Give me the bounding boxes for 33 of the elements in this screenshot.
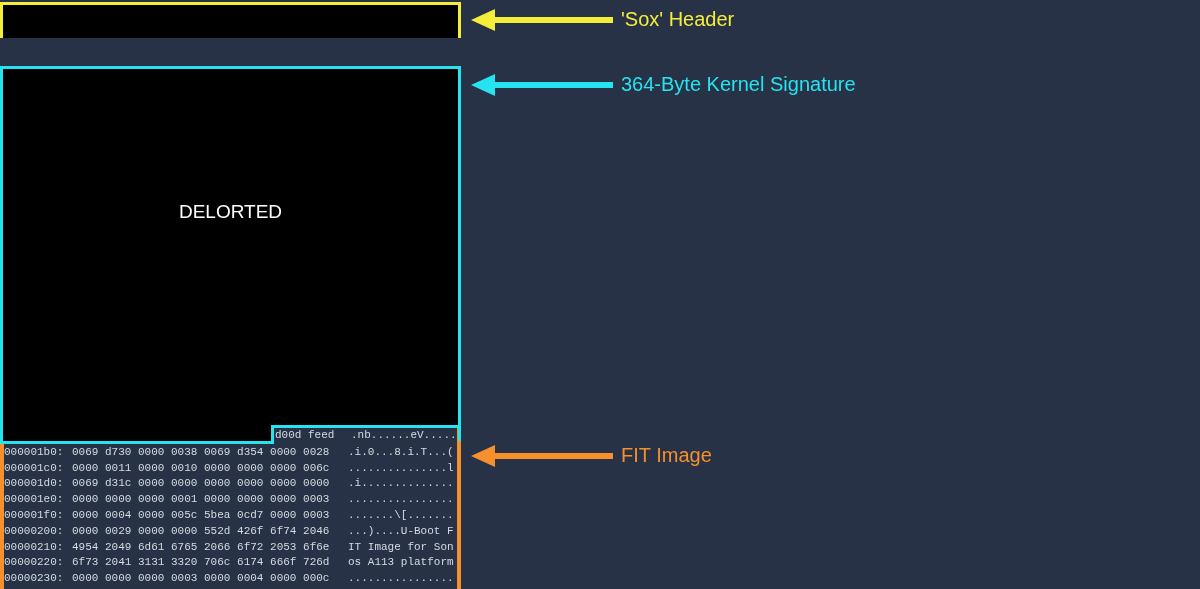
ascii-cell: IT Image for Son: [348, 540, 454, 553]
ascii-cell: .i..............: [348, 477, 454, 490]
ascii-cell: .i.0...8.i.T...(: [348, 445, 454, 458]
ascii-cell: ...)....U-Boot F: [348, 524, 454, 537]
offset-cell-text: 000001b0:: [4, 445, 65, 458]
hex-cell-text: 0069 d730 0000 0038 0069 d354 0000 0028: [72, 445, 331, 458]
annotation-label: 'Sox' Header: [621, 8, 735, 31]
offset-cell-text: 00000200:: [4, 524, 65, 537]
offset-cell-text: 000001c0:: [4, 461, 65, 474]
hex-cell-text: d00d feed: [275, 429, 336, 441]
hex-cell-text: 0000 0011 0000 0010 0000 0000 0000 006c: [72, 461, 331, 474]
hex-cell-text: 4954 2049 6d61 6765 2066 6f72 2053 6f6e: [72, 540, 331, 553]
ascii-cell: ................: [348, 493, 454, 506]
ascii-cell: ...............l: [348, 461, 454, 474]
hex-cell-text: 0000 0029 0000 0000 552d 426f 6f74 2046: [72, 524, 331, 537]
ascii-cell: .nb......eV.....: [351, 429, 457, 441]
ascii-cell: .......\[.......: [348, 509, 454, 522]
hex-cell-text: 0069 d31c 0000 0000 0000 0000 0000 0000: [72, 477, 331, 490]
hex-cell-text: 6f73 2041 3131 3320 706c 6174 666f 726d: [72, 556, 331, 569]
redacted-text: DELORTED: [178, 201, 283, 223]
ascii-cell: ................: [348, 572, 454, 585]
offset-cell-text: 000001e0:: [4, 493, 65, 506]
hex-cell-text: 0000 0000 0000 0001 0000 0000 0000 0003: [72, 493, 331, 506]
annotation-label: FIT Image: [621, 444, 712, 467]
annotation-label: 364-Byte Kernel Signature: [621, 73, 856, 96]
ascii-cell: os A113 platform: [348, 556, 454, 569]
offset-cell-text: 00000210:: [4, 540, 65, 553]
hex-cell-text: 0000 0000 0000 0003 0000 0004 0000 000c: [72, 572, 331, 585]
hex-cell-text: 0000 0004 0000 005c 5bea 0cd7 0000 0003: [72, 509, 331, 522]
offset-cell-text: 00000220:: [4, 556, 65, 569]
offset-cell-text: 000001d0:: [4, 477, 65, 490]
offset-cell-text: 00000230:: [4, 572, 65, 585]
offset-cell-text: 000001f0:: [4, 509, 65, 522]
